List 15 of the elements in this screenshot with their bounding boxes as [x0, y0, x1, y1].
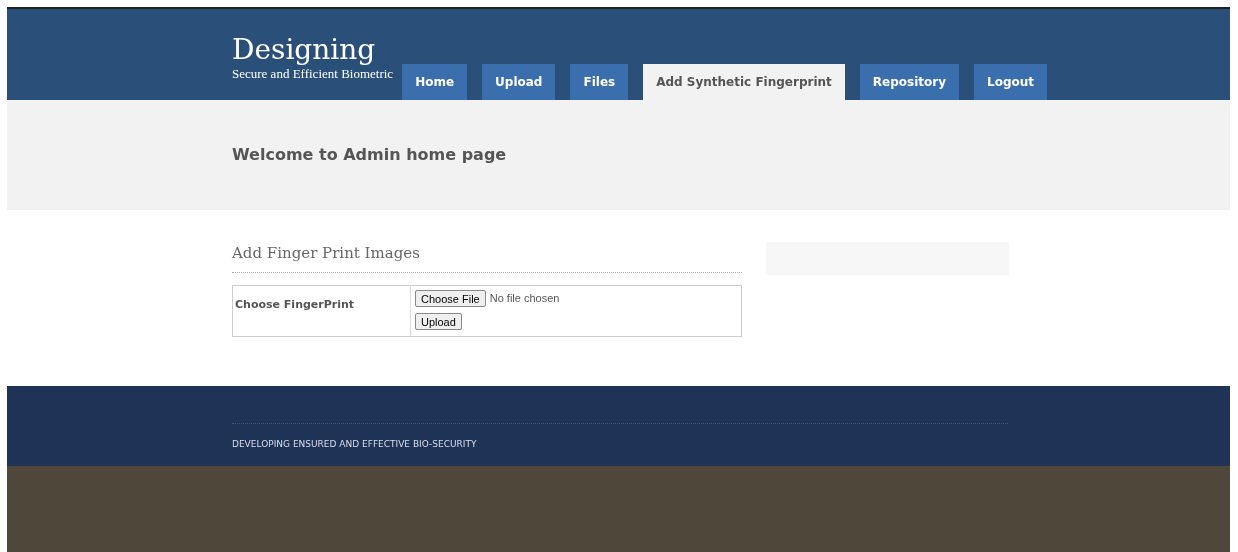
file-status: No file chosen — [489, 291, 560, 307]
nav-tab[interactable]: Logout — [974, 64, 1047, 100]
footer-text: DEVELOPING ENSURED AND EFFECTIVE BIO-SECURITY — [232, 438, 478, 451]
nav-tab[interactable]: Add Synthetic Fingerprint — [643, 64, 845, 100]
nav-tab[interactable]: Home — [402, 64, 468, 100]
field-label: Choose FingerPrint — [235, 298, 355, 311]
banner-heading: Welcome to Admin home page — [232, 144, 507, 166]
nav-tab[interactable]: Repository — [859, 64, 959, 100]
nav-tab[interactable]: Upload — [482, 64, 556, 100]
site-title: Designing — [232, 34, 377, 66]
form-title: Add Finger Print Images — [232, 243, 421, 264]
nav-tab[interactable]: Files — [570, 64, 629, 100]
site-subtitle: Secure and Efficient Biometric — [232, 66, 394, 81]
choose-file-button[interactable]: Choose File — [415, 290, 486, 307]
upload-button[interactable]: Upload — [415, 313, 462, 330]
